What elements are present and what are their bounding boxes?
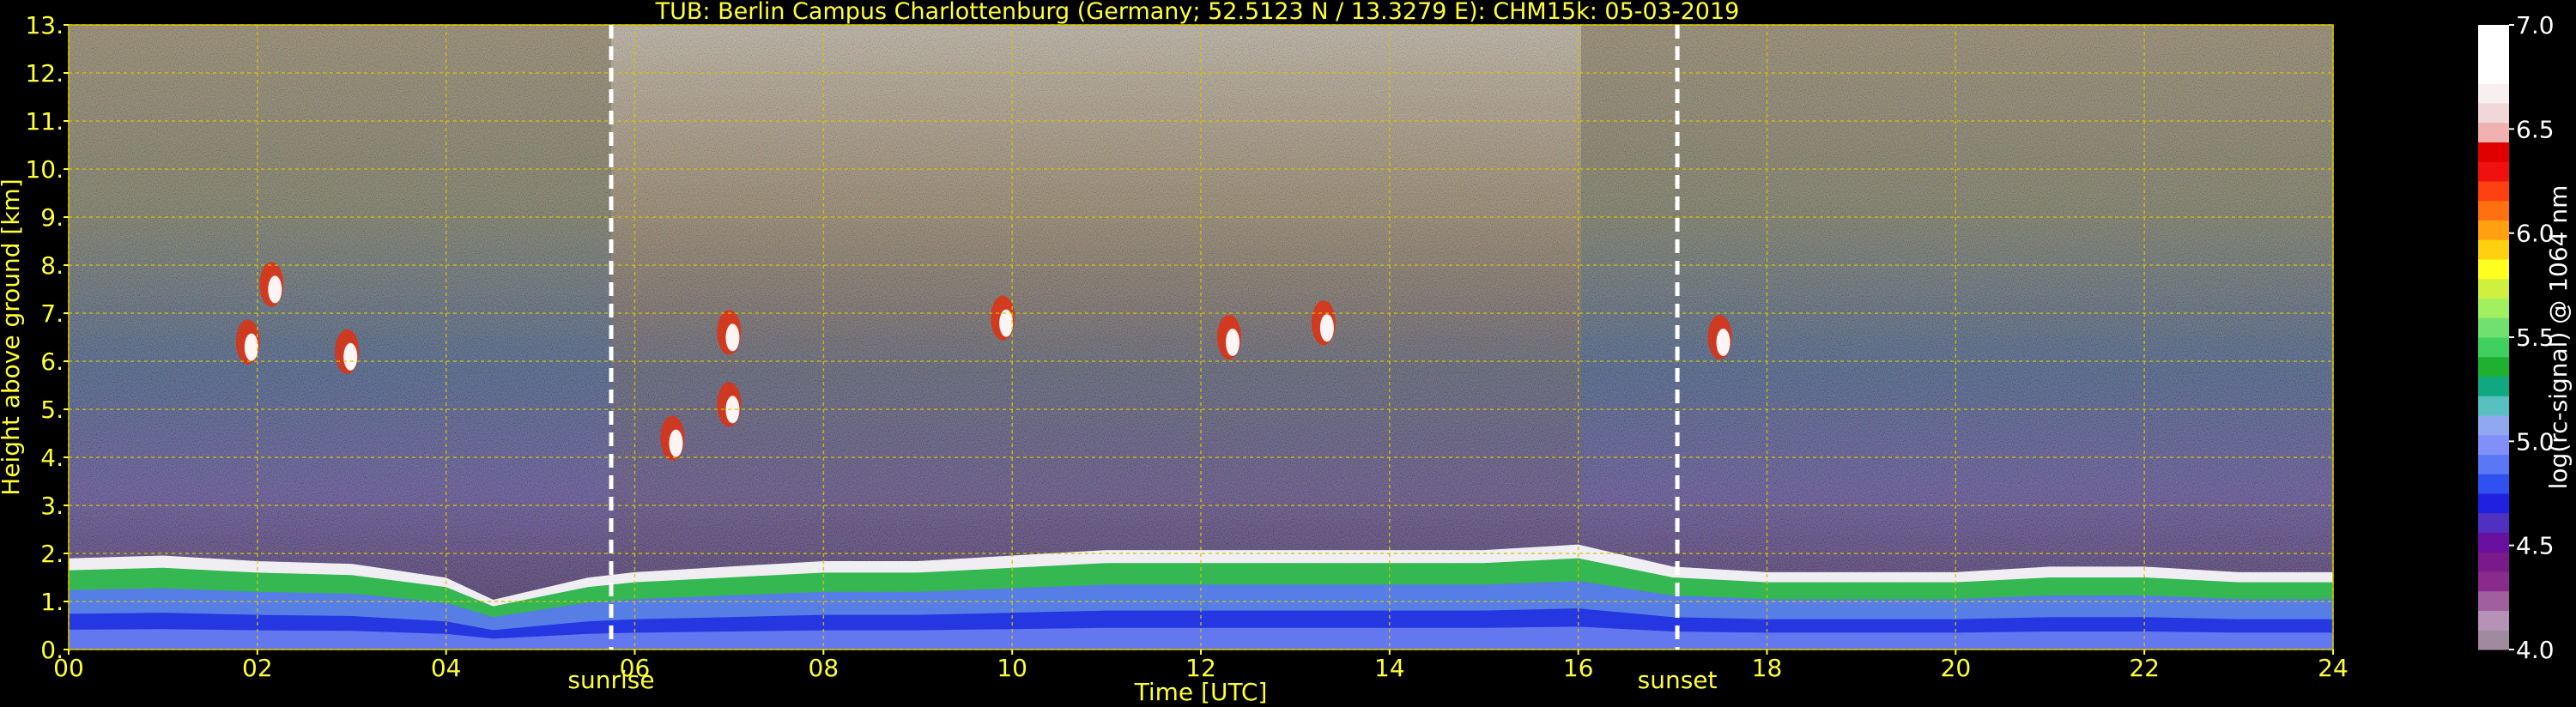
colorbar-segment: [2478, 337, 2509, 358]
colorbar-segment: [2478, 63, 2509, 84]
y-axis-label: Height above ground [km]: [0, 178, 25, 496]
colorbar-segment: [2478, 103, 2509, 124]
x-tick-label: 24: [2318, 654, 2349, 682]
colorbar-segment: [2478, 454, 2509, 474]
colorbar-segment: [2478, 122, 2509, 142]
y-tick-label: 2.: [40, 540, 64, 568]
colorbar-segment: [2478, 356, 2509, 377]
colorbar-segment: [2478, 220, 2509, 240]
colorbar-tick-label: 4.0: [2516, 636, 2555, 664]
colorbar-segment: [2478, 493, 2509, 514]
cloud-core-1: [268, 275, 282, 304]
y-tick-label: 9.: [40, 203, 64, 232]
x-tick-label: 06: [620, 654, 651, 682]
colorbar: 4.04.55.05.56.06.57.0: [2478, 11, 2555, 664]
y-tick-label: 3.: [40, 492, 64, 520]
colorbar-segment: [2478, 83, 2509, 104]
y-tick-label: 5.: [40, 396, 64, 424]
colorbar-label: log(rc-signal) @ 1064 nm: [2544, 185, 2573, 490]
y-tick-label: 7.: [40, 299, 64, 328]
colorbar-segment: [2478, 396, 2509, 416]
x-tick-label: 20: [1941, 654, 1972, 682]
colorbar-segment: [2478, 181, 2509, 202]
colorbar-segment: [2478, 239, 2509, 260]
colorbar-segment: [2478, 532, 2509, 553]
y-tick-label: 12.: [25, 59, 64, 88]
colorbar-tick-label: 4.5: [2516, 532, 2555, 560]
colorbar-segment: [2478, 317, 2509, 338]
colorbar-segment: [2478, 434, 2509, 455]
y-tick-label: 4.: [40, 444, 64, 472]
x-tick-label: 02: [242, 654, 273, 682]
colorbar-tick-label: 7.0: [2516, 11, 2555, 39]
y-tick-label: 13.: [25, 11, 64, 39]
x-tick-label: 14: [1374, 654, 1405, 682]
sunset-label: sunset: [1638, 666, 1718, 694]
cloud-core-0: [244, 333, 258, 361]
x-axis-label: Time [UTC]: [1134, 678, 1268, 706]
colorbar-segment: [2478, 298, 2509, 318]
colorbar-segment: [2478, 44, 2509, 64]
colorbar-segment: [2478, 278, 2509, 299]
x-tick-label: 22: [2129, 654, 2160, 682]
y-tick-label: 11.: [25, 107, 64, 136]
colorbar-tick-label: 6.5: [2516, 115, 2555, 143]
chart-title: TUB: Berlin Campus Charlottenburg (Germa…: [655, 0, 1740, 25]
cloud-core-9: [1716, 329, 1730, 356]
x-tick-label: 18: [1752, 654, 1783, 682]
colorbar-segment: [2478, 512, 2509, 533]
colorbar-segment: [2478, 474, 2509, 494]
colorbar-segment: [2478, 590, 2509, 611]
colorbar-segment: [2478, 610, 2509, 631]
x-tick-label: 10: [997, 654, 1027, 682]
colorbar-segment: [2478, 376, 2509, 396]
colorbar-segment: [2478, 552, 2509, 572]
cloud-core-5: [725, 323, 740, 352]
ceilometer-chart: sunrise sunset 0.1.2.3.4.5.6.7.8.9.10.11.…: [0, 0, 2573, 706]
y-tick-labels: 0.1.2.3.4.5.6.7.8.9.10.11.12.13.: [25, 11, 69, 664]
colorbar-segment: [2478, 415, 2509, 436]
colorbar-segment: [2478, 161, 2509, 182]
colorbar-segment: [2478, 571, 2509, 592]
cloud-core-2: [343, 342, 358, 371]
colorbar-segment: [2478, 142, 2509, 162]
plot-area: sunrise sunset: [68, 24, 2334, 694]
cloud-core-3: [669, 429, 683, 457]
colorbar-segment: [2478, 25, 2509, 45]
y-tick-label: 6.: [40, 347, 64, 376]
x-tick-label: 08: [809, 654, 839, 682]
colorbar-segment: [2478, 200, 2509, 221]
x-tick-label: 00: [53, 654, 84, 682]
x-tick-label: 04: [431, 654, 462, 682]
colorbar-segment: [2478, 630, 2509, 650]
cloud-core-8: [1319, 314, 1334, 342]
colorbar-segment: [2478, 259, 2509, 280]
y-tick-label: 10.: [25, 155, 64, 184]
x-tick-label: 16: [1563, 654, 1594, 682]
y-tick-label: 8.: [40, 251, 64, 280]
cloud-core-7: [1225, 329, 1240, 356]
y-tick-label: 1.: [40, 588, 64, 616]
